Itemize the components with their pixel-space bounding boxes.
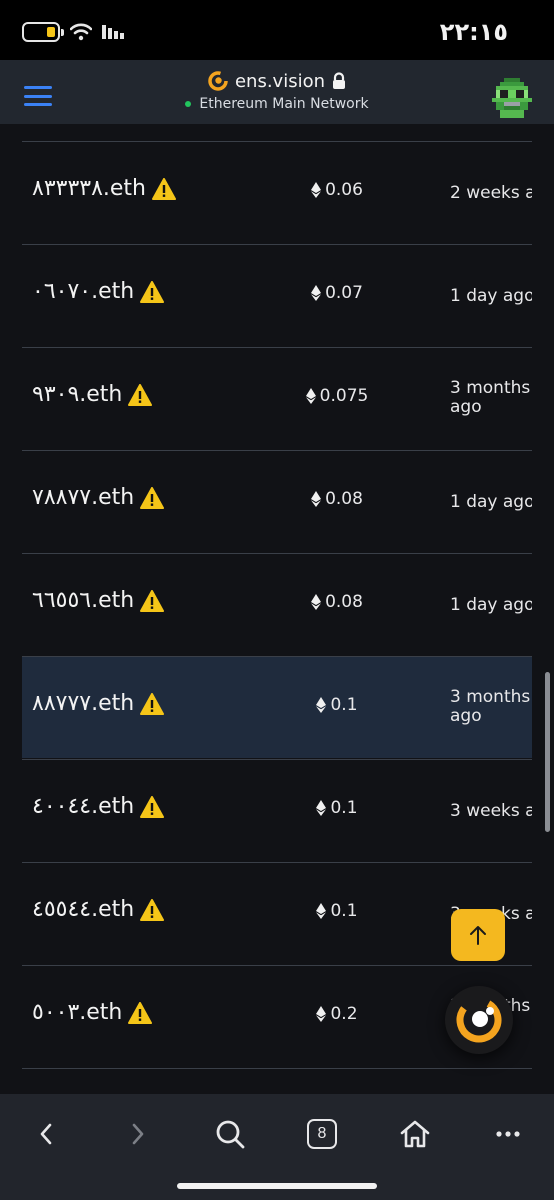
listing-row[interactable]: ٠٦٠٧٠ .eth 0.07 1 day ago (22, 244, 532, 346)
ethereum-icon (311, 594, 322, 610)
price: 0.07 (292, 283, 382, 303)
network-status-dot (185, 101, 192, 107)
avatar[interactable] (492, 78, 532, 118)
listed-time: 1 day ago (450, 596, 532, 615)
listed-time: 3 weeks ago (450, 802, 532, 821)
ethereum-icon (316, 1006, 327, 1022)
listing-row-divider (22, 1068, 532, 1094)
warning-icon (140, 692, 165, 715)
search-button[interactable] (208, 1112, 252, 1156)
ethereum-icon (316, 800, 327, 816)
listed-time: 1 day ago (450, 287, 532, 306)
warning-icon (152, 177, 177, 200)
ethereum-icon (316, 697, 327, 713)
tabs-button[interactable]: 8 (300, 1112, 344, 1156)
listed-time: 1 day ago (450, 493, 532, 512)
warning-icon (140, 589, 165, 612)
scrollbar-thumb[interactable] (545, 672, 550, 832)
arrow-up-icon (470, 926, 486, 945)
listed-time: 2 weeks ago (450, 184, 532, 203)
status-bar: ٢٢:١٥ (0, 0, 554, 60)
signal-icon (102, 25, 124, 39)
listed-time: 3 months ago (450, 688, 531, 726)
domain-name[interactable]: ٧٨٨٧٧ .eth (32, 485, 165, 510)
ethereum-icon (311, 491, 322, 507)
domain-name[interactable]: ٤٠٠٤٤ .eth (32, 794, 165, 819)
status-time: ٢٢:١٥ (439, 18, 508, 46)
price: 0.08 (292, 489, 382, 509)
domain-name[interactable]: ٥٠٠٣ .eth (32, 1000, 153, 1025)
listing-row-selected[interactable]: ٨٨٧٧٧ .eth 0.1 3 months ago (22, 656, 532, 758)
ethereum-icon (311, 182, 322, 198)
listing-row[interactable]: ٦٦٥٥٦ .eth 0.08 1 day ago (22, 553, 532, 655)
warning-icon (128, 383, 153, 406)
price: 0.075 (292, 386, 382, 406)
home-icon (400, 1120, 430, 1148)
ethereum-icon (316, 903, 327, 919)
ethereum-icon (311, 285, 322, 301)
home-button[interactable] (393, 1112, 437, 1156)
price: 0.1 (292, 798, 382, 818)
wifi-icon (70, 23, 92, 41)
app-header: ens.vision Ethereum Main Network (0, 60, 554, 124)
warning-icon (140, 280, 165, 303)
brand-name[interactable]: ens.vision (235, 71, 325, 92)
listed-time: 3 months ago (450, 379, 531, 417)
more-icon (496, 1131, 520, 1137)
domain-name[interactable]: ٦٦٥٥٦ .eth (32, 588, 165, 613)
listing-row[interactable]: ٧٨٨٧٧ .eth 0.08 1 day ago (22, 450, 532, 552)
price: 0.08 (292, 592, 382, 612)
forward-button[interactable] (116, 1112, 160, 1156)
ens-vision-assistant-button[interactable] (445, 986, 513, 1054)
warning-icon (128, 1001, 153, 1024)
warning-icon (140, 898, 165, 921)
tab-count: 8 (307, 1119, 337, 1149)
brand: ens.vision Ethereum Main Network (0, 70, 554, 112)
warning-icon (140, 486, 165, 509)
listing-row[interactable]: ٨٣٣٣٣٨.eth 0.06 2 weeks ago (22, 141, 532, 243)
ens-vision-logo-icon (208, 71, 228, 91)
price: 0.1 (292, 901, 382, 921)
domain-name[interactable]: ٨٨٧٧٧ .eth (32, 691, 165, 716)
lock-icon (333, 72, 346, 89)
scroll-to-top-button[interactable] (451, 909, 505, 961)
ens-vision-logo-icon (456, 997, 502, 1043)
back-button[interactable] (24, 1112, 68, 1156)
domain-name[interactable]: ٩٣٠٩ .eth (32, 382, 153, 407)
domain-name[interactable]: ٠٦٠٧٠ .eth (32, 279, 165, 304)
domain-name[interactable]: ٤٥٥٤٤ .eth (32, 897, 165, 922)
status-icons (22, 22, 126, 42)
listing-row[interactable]: ٩٣٠٩ .eth 0.075 3 months ago (22, 347, 532, 449)
battery-icon (22, 22, 64, 42)
warning-icon (140, 795, 165, 818)
price: 0.1 (292, 695, 382, 715)
chevron-left-icon (40, 1123, 52, 1145)
ethereum-icon (305, 388, 316, 404)
domain-name[interactable]: ٨٣٣٣٣٨ .eth (32, 176, 177, 201)
chevron-right-icon (132, 1123, 144, 1145)
search-icon (216, 1120, 245, 1149)
listing-row[interactable]: ٤٠٠٤٤.eth 0.1 3 weeks ago (22, 759, 532, 861)
more-button[interactable] (486, 1112, 530, 1156)
price: 0.06 (292, 180, 382, 200)
home-indicator (177, 1183, 377, 1189)
network-name: Ethereum Main Network (199, 96, 369, 112)
price: 0.2 (292, 1004, 382, 1024)
